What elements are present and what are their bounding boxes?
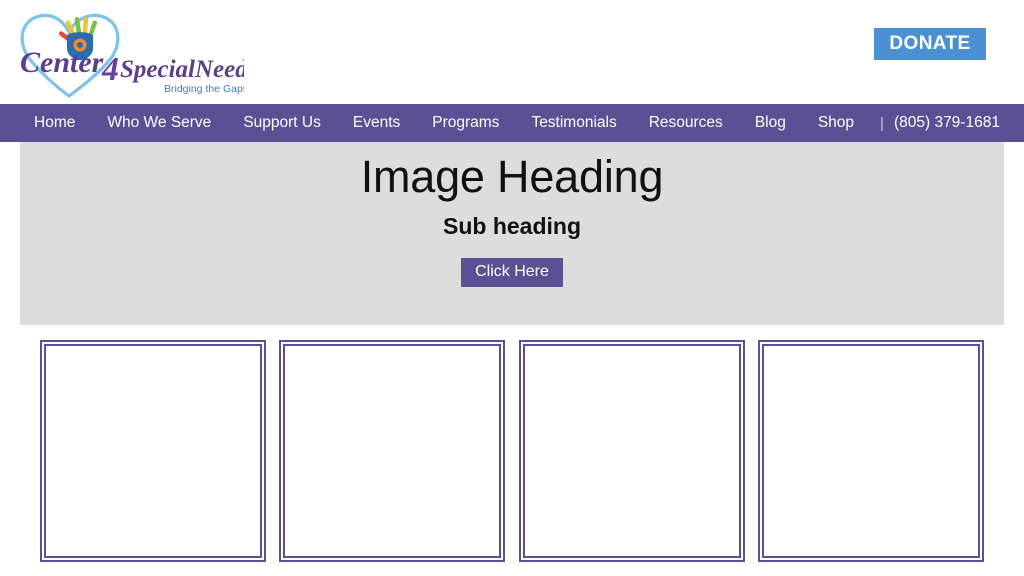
nav-item-resources[interactable]: Resources [633,104,739,142]
nav-item-shop[interactable]: Shop [802,104,870,142]
site-logo[interactable]: Center 4 SpecialNeeds Bridging the Gaps … [14,4,244,99]
donate-button[interactable]: DONATE [874,28,986,60]
svg-text:4: 4 [101,51,119,88]
nav-item-programs[interactable]: Programs [416,104,515,142]
content-card-4[interactable] [757,340,984,562]
site-header: Center 4 SpecialNeeds Bridging the Gaps … [0,0,1024,104]
content-card-3-inner [522,344,741,558]
content-card-3[interactable] [518,340,745,562]
svg-text:SpecialNeeds: SpecialNeeds [120,56,244,83]
hero-banner: Image Heading Sub heading Click Here [20,142,1004,325]
svg-text:Center: Center [20,46,104,79]
nav-item-blog[interactable]: Blog [739,104,802,142]
content-card-4-inner [761,344,980,558]
content-card-2-inner [283,344,502,558]
nav-item-who-we-serve[interactable]: Who We Serve [91,104,227,142]
nav-item-events[interactable]: Events [337,104,416,142]
svg-text:Bridging the Gaps: Bridging the Gaps [164,83,244,95]
nav-separator: | [880,114,884,132]
center4specialneeds-logo-icon: Center 4 SpecialNeeds Bridging the Gaps [20,13,244,98]
hero-cta-button[interactable]: Click Here [461,258,563,287]
content-card-2[interactable] [279,340,506,562]
main-navigation: Home Who We Serve Support Us Events Prog… [0,104,1024,142]
content-card-row [40,340,984,562]
hero-heading: Image Heading [360,151,664,202]
content-card-1[interactable] [40,340,266,562]
hero-subheading: Sub heading [443,213,581,239]
nav-phone-number[interactable]: (805) 379-1681 [894,114,1000,132]
nav-item-home[interactable]: Home [18,104,91,142]
nav-item-testimonials[interactable]: Testimonials [515,104,632,142]
content-card-1-inner [44,344,262,558]
nav-item-support-us[interactable]: Support Us [227,104,337,142]
